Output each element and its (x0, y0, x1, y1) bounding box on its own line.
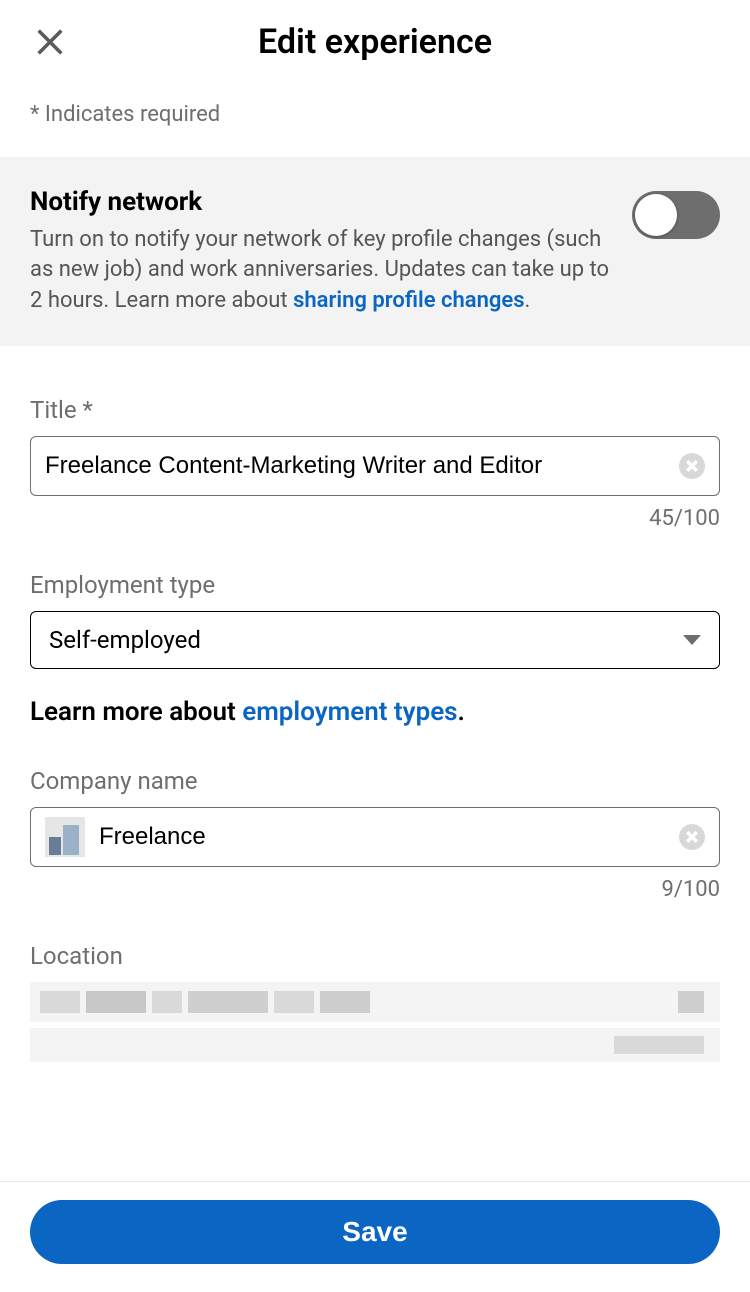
toggle-knob (635, 194, 677, 236)
location-redacted (30, 982, 720, 1062)
title-field: Title * 45/100 (30, 396, 720, 531)
title-input[interactable] (45, 452, 679, 480)
learn-prefix: Learn more about (30, 697, 242, 727)
save-button[interactable]: Save (30, 1200, 720, 1264)
header: Edit experience (0, 0, 750, 72)
employment-type-field: Employment type Self-employed Learn more… (30, 571, 720, 727)
redacted-row (30, 982, 720, 1022)
title-label: Title * (30, 396, 720, 424)
clear-company-button[interactable] (679, 824, 705, 850)
employment-type-select[interactable]: Self-employed (30, 611, 720, 669)
company-input-wrap[interactable] (30, 807, 720, 867)
redacted-row (30, 1028, 720, 1062)
company-input[interactable] (99, 823, 679, 851)
title-counter: 45/100 (30, 506, 720, 531)
learn-suffix: . (458, 697, 465, 727)
company-icon (45, 817, 85, 857)
title-input-wrap[interactable] (30, 436, 720, 496)
clear-icon (686, 831, 698, 843)
employment-type-label: Employment type (30, 571, 720, 599)
company-label: Company name (30, 767, 720, 795)
location-label: Location (30, 942, 720, 970)
form: Title * 45/100 Employment type Self-empl… (0, 346, 750, 1062)
employment-type-value: Self-employed (49, 626, 683, 654)
notify-network-panel: Notify network Turn on to notify your ne… (0, 157, 750, 346)
clear-icon (686, 460, 698, 472)
notify-desc-suffix: . (525, 288, 531, 313)
company-counter: 9/100 (30, 877, 720, 902)
page-title: Edit experience (30, 22, 720, 62)
employment-types-link[interactable]: employment types (242, 697, 457, 727)
footer: Save (0, 1181, 750, 1292)
chevron-down-icon (683, 635, 701, 645)
notify-network-toggle[interactable] (632, 191, 720, 239)
company-field: Company name 9/100 (30, 767, 720, 902)
employment-types-learn: Learn more about employment types. (30, 697, 720, 727)
notify-title: Notify network (30, 187, 612, 217)
sharing-profile-changes-link[interactable]: sharing profile changes (293, 288, 524, 313)
required-indicator: * Indicates required (0, 72, 750, 157)
location-field: Location (30, 942, 720, 1062)
notify-description: Turn on to notify your network of key pr… (30, 225, 612, 316)
clear-title-button[interactable] (679, 453, 705, 479)
